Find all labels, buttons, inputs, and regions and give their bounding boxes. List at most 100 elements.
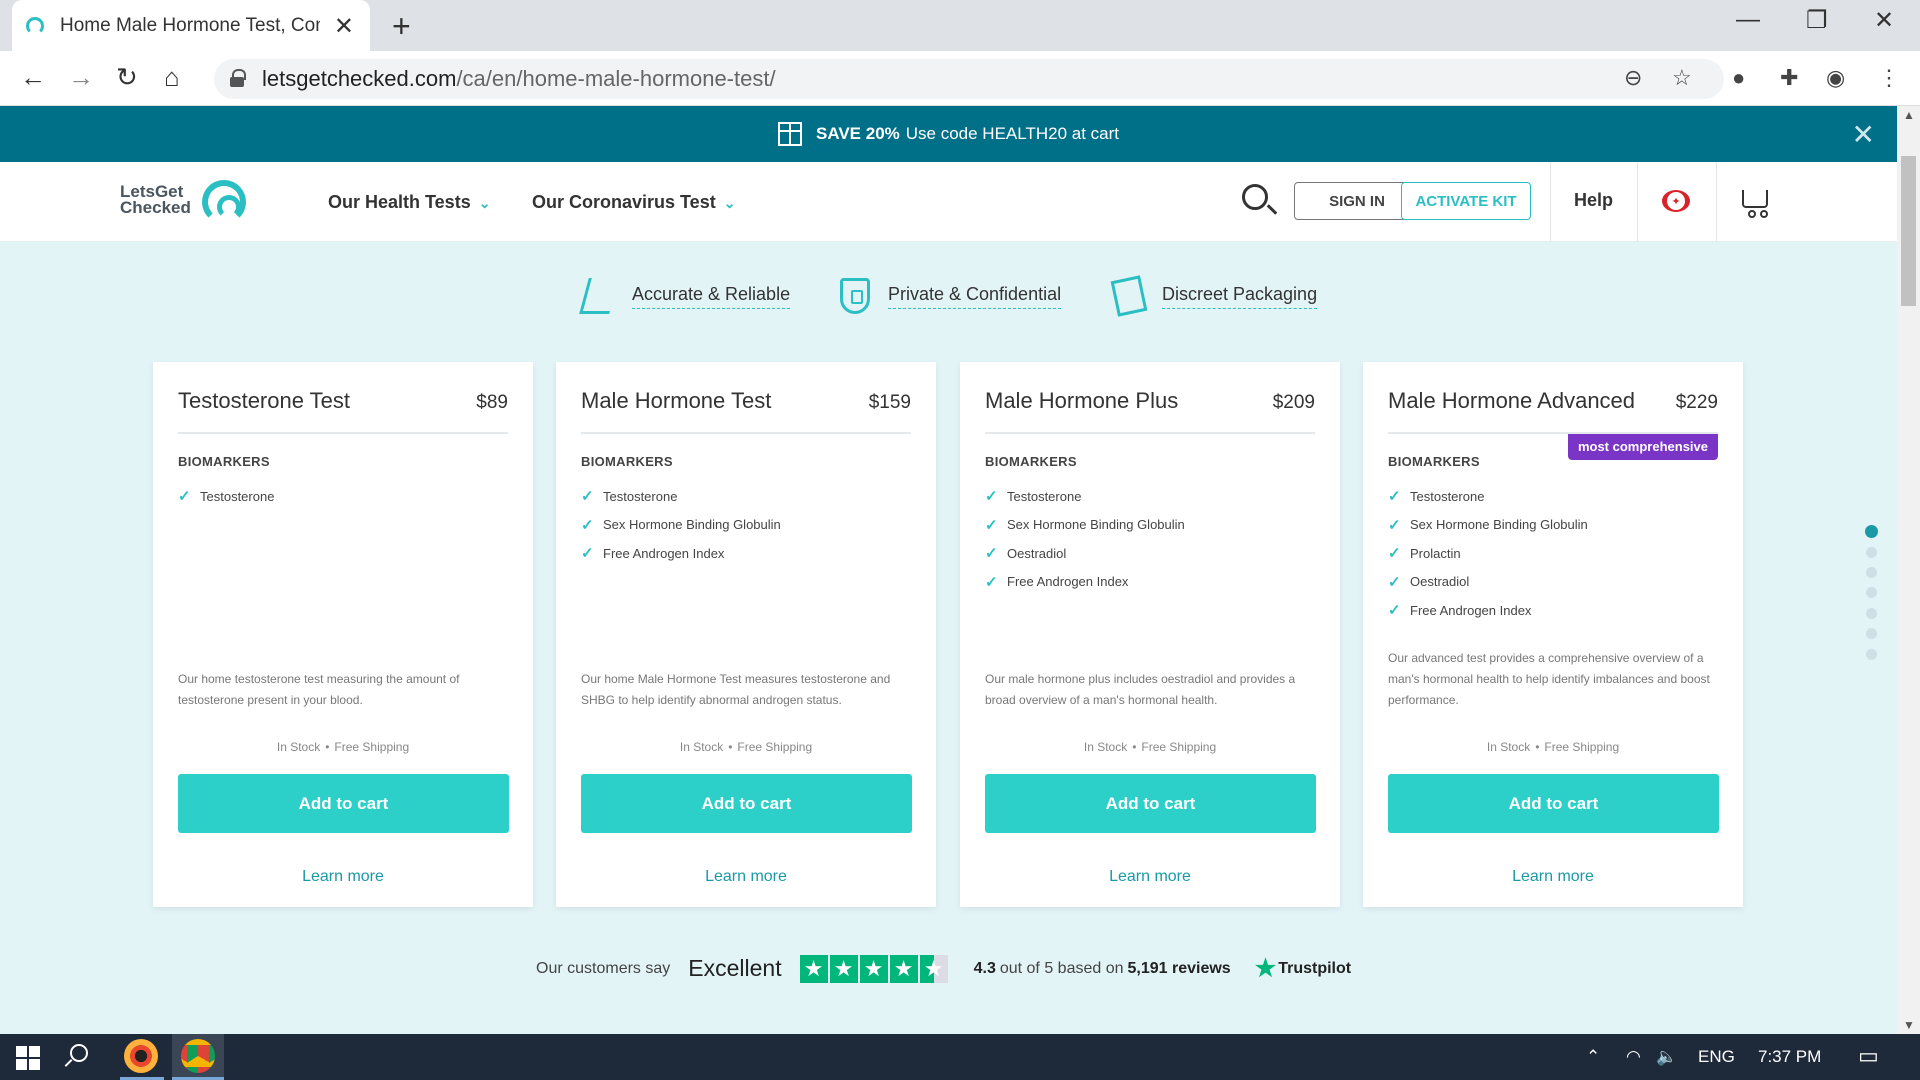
check-icon: ✓ bbox=[985, 488, 998, 506]
profile-icon[interactable]: ◉ bbox=[1826, 65, 1845, 91]
search-icon[interactable] bbox=[1242, 184, 1268, 210]
biomarker-item: ✓ Free Androgen Index bbox=[1388, 596, 1588, 625]
biomarker-label: Testosterone bbox=[1410, 488, 1485, 504]
zoom-icon[interactable]: ⊖ bbox=[1624, 65, 1642, 91]
check-icon: ✓ bbox=[985, 516, 998, 534]
nav-coronavirus-test[interactable]: Our Coronavirus Test ⌄ bbox=[532, 192, 735, 213]
volume-icon[interactable]: 🔈 bbox=[1656, 1047, 1677, 1067]
section-dot[interactable] bbox=[1866, 628, 1877, 639]
browser-tab[interactable]: Home Male Hormone Test, Confi ✕ bbox=[12, 0, 370, 51]
add-to-cart-button[interactable]: Add to cart bbox=[178, 774, 509, 833]
check-icon: ✓ bbox=[1388, 516, 1401, 534]
url-host: letsgetchecked.com bbox=[262, 66, 457, 91]
check-icon: ✓ bbox=[1388, 488, 1401, 506]
menu-kebab-icon[interactable]: ⋮ bbox=[1878, 65, 1900, 91]
biomarker-list: ✓ Testosterone bbox=[178, 482, 274, 511]
close-promo-icon[interactable]: ✕ bbox=[1852, 118, 1875, 151]
nav-health-tests[interactable]: Our Health Tests ⌄ bbox=[328, 192, 490, 213]
product-price: $229 bbox=[1675, 392, 1718, 413]
extensions-puzzle-icon[interactable]: ✚ bbox=[1780, 65, 1798, 91]
biomarker-item: ✓ Sex Hormone Binding Globulin bbox=[985, 511, 1185, 540]
activate-kit-button[interactable]: ACTIVATE KIT bbox=[1401, 182, 1531, 220]
separator-dot: • bbox=[325, 740, 330, 754]
biomarker-list: ✓ Testosterone ✓ Sex Hormone Binding Globu… bbox=[1388, 482, 1588, 625]
biomarker-item: ✓ Sex Hormone Binding Globulin bbox=[581, 511, 781, 540]
reload-icon[interactable]: ↻ bbox=[116, 62, 138, 93]
url-field[interactable]: letsgetchecked.com/ca/en/home-male-hormo… bbox=[214, 59, 1724, 99]
home-icon[interactable]: ⌂ bbox=[164, 62, 180, 93]
product-name[interactable]: Testosterone Test bbox=[178, 388, 350, 414]
stock-status: In Stock bbox=[679, 740, 724, 754]
learn-more-link[interactable]: Learn more bbox=[1363, 868, 1743, 886]
notifications-icon[interactable]: ▭ bbox=[1858, 1043, 1879, 1069]
promo-text: Use code HEALTH20 at cart bbox=[905, 124, 1119, 143]
feature-private[interactable]: Private & Confidential bbox=[840, 278, 1062, 314]
help-link[interactable]: Help bbox=[1574, 190, 1613, 211]
section-dot[interactable] bbox=[1866, 547, 1877, 558]
learn-more-link[interactable]: Learn more bbox=[960, 868, 1340, 886]
biomarker-label: Free Androgen Index bbox=[1007, 574, 1129, 590]
trust-out-of: out of 5 based on bbox=[999, 959, 1124, 977]
stock-info: In Stock • Free Shipping bbox=[556, 740, 936, 754]
biomarker-label: Oestradiol bbox=[1007, 545, 1067, 561]
tray-chevron-up-icon[interactable]: ⌃ bbox=[1586, 1047, 1600, 1067]
nav-health-tests-label: Our Health Tests bbox=[328, 192, 471, 212]
trustpilot-widget[interactable]: Our customers say Excellent ★ ★ ★ ★ ★ 4.… bbox=[536, 954, 1351, 983]
lock-icon bbox=[230, 69, 246, 87]
product-name[interactable]: Male Hormone Test bbox=[581, 388, 771, 414]
trustpilot-brand: Trustpilot bbox=[1278, 959, 1352, 977]
site-header: LetsGet Checked Our Health Tests ⌄ Our Co… bbox=[0, 162, 1897, 242]
forward-icon[interactable]: → bbox=[68, 62, 94, 93]
check-icon: ✓ bbox=[1388, 545, 1401, 563]
cart-icon[interactable] bbox=[1742, 190, 1768, 218]
close-window-icon[interactable]: ✕ bbox=[1874, 6, 1894, 35]
wifi-icon[interactable]: ◠ bbox=[1626, 1047, 1641, 1067]
extension-cursor-icon[interactable]: ● bbox=[1732, 65, 1745, 91]
logo[interactable]: LetsGet Checked bbox=[120, 183, 191, 217]
add-to-cart-button[interactable]: Add to cart bbox=[581, 774, 912, 833]
biomarker-item: ✓ Testosterone bbox=[581, 482, 781, 511]
logo-line-2: Checked bbox=[120, 198, 191, 217]
product-name[interactable]: Male Hormone Advanced bbox=[1388, 388, 1635, 414]
canada-flag-icon[interactable]: ✦ bbox=[1662, 190, 1690, 212]
section-dot[interactable] bbox=[1866, 649, 1877, 660]
section-dot-active[interactable] bbox=[1865, 525, 1878, 538]
learn-more-link[interactable]: Learn more bbox=[556, 868, 936, 886]
chevron-down-icon: ⌄ bbox=[478, 195, 491, 211]
section-dot[interactable] bbox=[1866, 567, 1877, 578]
main-content: Accurate & Reliable Private & Confidenti… bbox=[0, 242, 1897, 1034]
scroll-up-arrow-icon[interactable]: ▲ bbox=[1903, 108, 1915, 122]
biomarker-list: ✓ Testosterone ✓ Sex Hormone Binding Globu… bbox=[581, 482, 781, 568]
minimize-icon[interactable]: — bbox=[1736, 6, 1760, 34]
biomarker-label: Testosterone bbox=[603, 488, 678, 504]
add-to-cart-button[interactable]: Add to cart bbox=[985, 774, 1316, 833]
bookmark-star-icon[interactable]: ☆ bbox=[1672, 65, 1692, 91]
chrome-app-icon[interactable] bbox=[181, 1039, 215, 1073]
back-icon[interactable]: ← bbox=[20, 62, 46, 93]
biomarker-label: Free Androgen Index bbox=[1410, 602, 1532, 618]
feature-label: Discreet Packaging bbox=[1162, 284, 1318, 309]
taskbar-search-icon[interactable] bbox=[70, 1044, 88, 1062]
obs-app-icon[interactable] bbox=[124, 1039, 158, 1073]
page-scrollbar[interactable]: ▲ ▼ bbox=[1897, 106, 1920, 1034]
section-dot[interactable] bbox=[1866, 587, 1877, 598]
windows-start-icon[interactable] bbox=[16, 1046, 40, 1070]
product-name[interactable]: Male Hormone Plus bbox=[985, 388, 1178, 414]
clock[interactable]: 7:37 PM bbox=[1758, 1047, 1821, 1067]
biomarker-label: Prolactin bbox=[1410, 545, 1461, 561]
section-dot[interactable] bbox=[1866, 608, 1877, 619]
logo-mark-icon[interactable] bbox=[202, 180, 246, 224]
learn-more-link[interactable]: Learn more bbox=[153, 868, 533, 886]
add-to-cart-button[interactable]: Add to cart bbox=[1388, 774, 1719, 833]
product-card: Testosterone Test $89 BIOMARKERS ✓ Testos… bbox=[153, 362, 533, 907]
new-tab-icon[interactable]: + bbox=[392, 8, 411, 45]
scroll-down-arrow-icon[interactable]: ▼ bbox=[1903, 1018, 1915, 1032]
scrollbar-thumb[interactable] bbox=[1901, 156, 1916, 306]
feature-accurate[interactable]: Accurate & Reliable bbox=[579, 278, 791, 314]
shipping-info: Free Shipping bbox=[737, 740, 813, 754]
restore-icon[interactable]: ❐ bbox=[1806, 6, 1828, 35]
language-indicator[interactable]: ENG bbox=[1698, 1047, 1735, 1067]
feature-discreet[interactable]: Discreet Packaging bbox=[1110, 275, 1318, 317]
product-description: Our home testosterone test measuring the… bbox=[178, 672, 460, 707]
close-tab-icon[interactable]: ✕ bbox=[334, 12, 354, 41]
